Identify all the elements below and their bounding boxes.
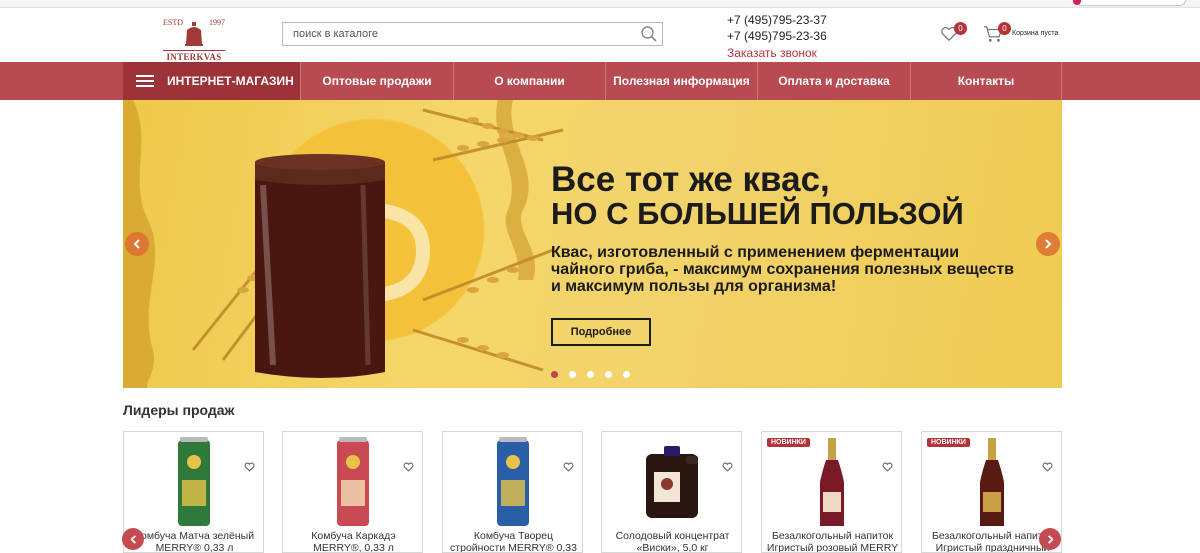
logo-brand: INTERKVAS [163,50,225,62]
banner-dot-2[interactable] [569,371,576,378]
favorites-button[interactable]: 0 [940,22,968,46]
banner-dot-4[interactable] [605,371,612,378]
bestsellers-carousel: Комбуча Матча зелёный MERRY® 0,33 л Комб… [123,431,1062,553]
search-input[interactable] [283,23,633,45]
menu-icon [136,75,154,87]
callback-link[interactable]: Заказать звонок [727,45,837,61]
product-name[interactable]: Солодовый концентрат «Виски», 5,0 кг [606,530,739,552]
nav-item-about[interactable]: О компании [453,62,605,100]
search-icon[interactable] [640,25,658,43]
carousel-next-button[interactable] [1039,528,1061,550]
product-image-canister [646,446,698,518]
chevron-left-icon [129,534,136,544]
heart-icon[interactable] [563,462,574,472]
product-name[interactable]: Безалкогольный напиток Игристый розовый … [766,530,899,552]
banner-pagination [551,371,630,378]
heart-icon[interactable] [882,462,893,472]
site-header: ESTD 1997 INTERKVAS +7 (495)795-23-37 +7… [0,8,1200,62]
nav-item-contacts[interactable]: Контакты [910,62,1062,100]
banner-dot-5[interactable] [623,371,630,378]
cart-count-badge: 0 [998,22,1011,35]
cart-button[interactable]: 0 Корзина пуста [983,22,1073,46]
product-image-can [178,437,210,526]
site-logo[interactable]: ESTD 1997 INTERKVAS [163,18,225,62]
banner-title-line2: НО С БОЛЬШЕЙ ПОЛЬЗОЙ [551,196,964,231]
chevron-right-icon [1047,534,1054,544]
nav-shop-label: ИНТЕРНЕТ-МАГАЗИН [167,74,294,88]
main-nav: ИНТЕРНЕТ-МАГАЗИН Оптовые продажи О компа… [0,62,1200,100]
heart-icon[interactable] [403,462,414,472]
cart-status-text: Корзина пуста [1012,30,1059,37]
nav-item-payment-delivery[interactable]: Оплата и доставка [757,62,910,100]
product-card[interactable]: Солодовый концентрат «Виски», 5,0 кг [601,431,742,553]
banner-title-line1: Все тот же квас, [551,160,830,199]
logo-estd-text: ESTD [163,18,183,27]
product-card[interactable]: Комбуча Творец стройности MERRY® 0,33 [442,431,583,553]
kvass-mug [255,154,431,378]
logo-year: 1997 [209,18,225,27]
product-card[interactable]: НОВИНКИ Безалкогольный напиток Игристый … [761,431,902,553]
hero-banner[interactable]: Все тот же квас, НО С БОЛЬШЕЙ ПОЛЬЗОЙ Кв… [123,100,1062,388]
banner-dot-3[interactable] [587,371,594,378]
new-badge: НОВИНКИ [927,438,970,447]
banner-dot-1[interactable] [551,371,558,378]
browser-extension-pill[interactable] [1073,0,1186,6]
banner-prev-button[interactable] [125,232,149,256]
product-name[interactable]: Комбуча Творец стройности MERRY® 0,33 [447,530,580,552]
product-card[interactable]: Комбуча Матча зелёный MERRY® 0,33 л [123,431,264,553]
product-name[interactable]: Комбуча Матча зелёный MERRY® 0,33 л [128,530,261,552]
nav-item-wholesale[interactable]: Оптовые продажи [300,62,453,100]
product-image-can [497,437,529,526]
new-badge: НОВИНКИ [767,438,810,447]
chevron-right-icon [1045,239,1052,249]
product-image-can [337,437,369,526]
nav-item-useful-info[interactable]: Полезная информация [605,62,757,100]
heart-icon[interactable] [244,462,255,472]
phone-1[interactable]: +7 (495)795-23-37 [727,12,837,28]
banner-description: Квас, изготовленный с применением фермен… [551,244,1014,295]
favorites-count-badge: 0 [954,22,967,35]
chevron-left-icon [133,239,140,249]
distiller-icon [185,22,203,46]
contact-phones: +7 (495)795-23-37 +7 (495)795-23-36 Зака… [727,12,837,61]
banner-more-button[interactable]: Подробнее [551,318,651,346]
banner-next-button[interactable] [1036,232,1060,256]
heart-icon[interactable] [722,462,733,472]
phone-2[interactable]: +7 (495)795-23-36 [727,28,837,44]
search-box [282,22,663,46]
nav-shop-menu[interactable]: ИНТЕРНЕТ-МАГАЗИН [123,62,300,100]
browser-top-strip [0,0,1200,8]
carousel-prev-button[interactable] [122,528,144,550]
section-title: Лидеры продаж [123,402,235,418]
heart-icon[interactable] [1042,462,1053,472]
product-name[interactable]: Комбуча Каркадэ MERRY®, 0,33 л [287,530,420,552]
product-card[interactable]: Комбуча Каркадэ MERRY®, 0,33 л [282,431,423,553]
